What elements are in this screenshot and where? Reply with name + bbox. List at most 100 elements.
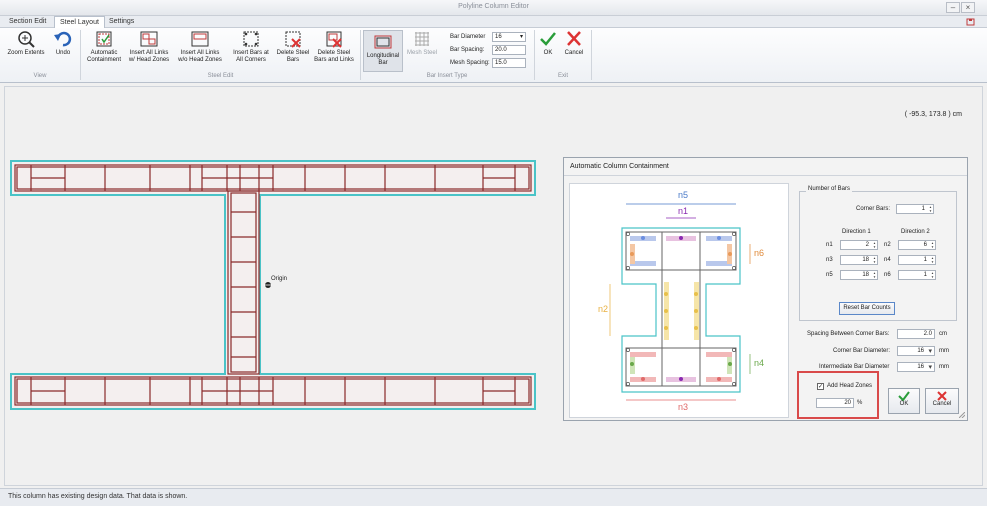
number-of-bars-legend: Number of Bars: [806, 186, 853, 192]
bar-spacing-input[interactable]: 20.0: [492, 45, 526, 55]
corner-bars-stepper[interactable]: 1: [896, 204, 934, 214]
bar-diameter-select[interactable]: 16 ▾: [492, 32, 526, 42]
n3-stepper[interactable]: 18: [840, 255, 878, 265]
diagram-n3-label: n3: [678, 402, 689, 412]
magnifier-icon: [18, 31, 35, 48]
cancel-x-icon: [567, 31, 581, 46]
window-title: Polyline Column Editor: [458, 3, 529, 10]
direction1-label: Direction 1: [842, 229, 871, 235]
ribbon-separator: [80, 30, 81, 80]
bar-diameter-value: 16: [495, 34, 502, 40]
tab-section-edit[interactable]: Section Edit: [4, 16, 51, 28]
n2-stepper[interactable]: 6: [898, 240, 936, 250]
cancel-x-icon: [937, 391, 947, 401]
containment-schematic: [609, 203, 751, 401]
insert-bars-corners-label: Insert Bars at All Corners: [233, 50, 269, 63]
corner-bars-label: Corner Bars:: [856, 206, 891, 212]
insert-links-no-head-zones-button[interactable]: Insert All Links w/o Head Zones: [176, 30, 224, 64]
mesh-spacing-label: Mesh Spacing:: [450, 60, 490, 66]
zoom-extents-button[interactable]: Zoom Extents: [4, 30, 48, 57]
undo-label: Undo: [55, 50, 71, 56]
corner-diameter-select[interactable]: 16: [897, 346, 935, 356]
corner-diameter-unit: mm: [939, 348, 949, 354]
n4-stepper[interactable]: 1: [898, 255, 936, 265]
status-bar: This column has existing design data. Th…: [0, 488, 987, 506]
spacing-input[interactable]: 2.0: [897, 329, 935, 339]
tab-settings[interactable]: Settings: [104, 16, 139, 28]
n6-label: n6: [884, 272, 891, 278]
n3-label: n3: [826, 257, 833, 263]
intermediate-diameter-select[interactable]: 16: [897, 362, 935, 372]
check-icon: [898, 391, 910, 401]
dropdown-arrow-icon: ▾: [519, 34, 523, 40]
dialog-cancel-button[interactable]: Cancel: [925, 388, 959, 414]
origin-label: Origin: [271, 276, 288, 282]
n6-stepper[interactable]: 1: [898, 270, 936, 280]
dialog-cancel-label: Cancel: [932, 401, 952, 407]
direction2-label: Direction 2: [901, 229, 930, 235]
group-steel-edit-label: Steel Edit: [207, 73, 234, 79]
n5-stepper[interactable]: 18: [840, 270, 878, 280]
corner-diameter-label: Corner Bar Diameter:: [833, 348, 891, 354]
intermediate-diameter-unit: mm: [939, 364, 949, 370]
ribbon-separator: [360, 30, 361, 80]
longitudinal-bar-icon: [374, 35, 392, 49]
containment-icon: [96, 31, 112, 47]
insert-bars-corners-button[interactable]: Insert Bars at All Corners: [230, 30, 272, 64]
insert-links-no-head-zones-label: Insert All Links w/o Head Zones: [178, 50, 222, 63]
delete-steel-bars-links-label: Delete Steel Bars and Links: [314, 50, 354, 63]
longitudinal-bar-button[interactable]: Longitudinal Bar: [363, 30, 403, 72]
ribbon-ok-label: OK: [543, 50, 553, 56]
mesh-spacing-input[interactable]: 15.0: [492, 58, 526, 68]
delete-steel-bars-button[interactable]: Delete Steel Bars: [276, 30, 310, 64]
bar-spacing-label: Bar Spacing:: [450, 47, 485, 53]
ribbon-cancel-label: Cancel: [564, 50, 584, 56]
close-button[interactable]: ×: [961, 2, 975, 13]
mesh-steel-label: Mesh Steel: [406, 50, 437, 56]
delete-steel-bars-links-button[interactable]: Delete Steel Bars and Links: [312, 30, 356, 64]
reset-bar-counts-button[interactable]: Reset Bar Counts: [839, 302, 895, 315]
automatic-containment-label: Automatic Containment: [86, 50, 122, 63]
undo-icon: [54, 31, 72, 47]
insert-links-head-zones-label: Insert All Links w/ Head Zones: [128, 50, 170, 63]
status-text: This column has existing design data. Th…: [8, 493, 188, 500]
diagram-n2-label: n2: [598, 304, 609, 314]
zoom-extents-label: Zoom Extents: [7, 50, 45, 56]
minimize-button[interactable]: –: [946, 2, 960, 13]
undo-button[interactable]: Undo: [50, 30, 76, 57]
automatic-containment-button[interactable]: Automatic Containment: [83, 30, 125, 64]
diagram-n4-label: n4: [754, 358, 765, 368]
delete-bars-links-icon: [326, 31, 342, 48]
diagram-n6-label: n6: [754, 248, 765, 258]
dialog-ok-button[interactable]: OK: [888, 388, 920, 414]
title-bar: Polyline Column Editor – ×: [0, 0, 987, 16]
spacing-label: Spacing Between Corner Bars:: [807, 331, 890, 337]
bar-diameter-label: Bar Diameter: [450, 34, 486, 40]
bars-corners-icon: [243, 31, 259, 47]
tab-steel-layout[interactable]: Steel Layout: [54, 16, 105, 28]
links-head-icon: [140, 31, 158, 47]
insert-links-head-zones-button[interactable]: Insert All Links w/ Head Zones: [126, 30, 172, 64]
group-exit-label: Exit: [557, 73, 568, 79]
n2-label: n2: [884, 242, 891, 248]
diagram-n5-top-label: n5: [678, 190, 689, 200]
resize-grip-icon[interactable]: [959, 412, 965, 418]
ribbon-separator: [591, 30, 592, 80]
n1-stepper[interactable]: 2: [840, 240, 878, 250]
spacing-unit: cm: [939, 331, 947, 337]
automatic-containment-dialog: Automatic Column Containment n5 n1 n2 n6…: [563, 157, 968, 421]
ribbon-tabs: Section Edit Steel Layout Settings: [0, 16, 987, 28]
group-bar-insert-label: Bar Insert Type: [426, 73, 468, 79]
check-icon: [540, 32, 556, 46]
group-view-label: View: [33, 73, 47, 79]
intermediate-diameter-label: Intermediate Bar Diameter: [819, 364, 890, 370]
ribbon-cancel-button[interactable]: Cancel: [562, 30, 586, 57]
containment-diagram: n5 n1 n2 n6 n4 n3: [569, 183, 789, 418]
highlight-annotation: [797, 371, 879, 419]
n1-label: n1: [826, 242, 833, 248]
save-icon[interactable]: [966, 18, 975, 26]
ribbon-ok-button[interactable]: OK: [538, 30, 558, 57]
mesh-steel-button[interactable]: Mesh Steel: [404, 30, 440, 57]
delete-bars-icon: [285, 31, 301, 48]
n5-label: n5: [826, 272, 833, 278]
